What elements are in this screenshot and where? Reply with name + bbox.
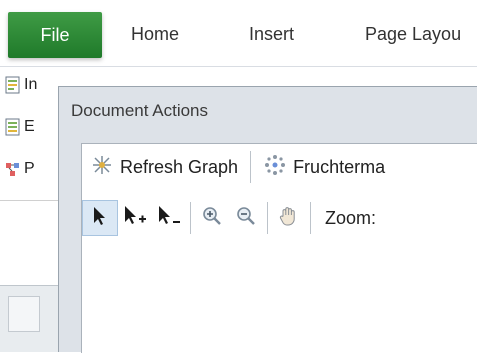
zoom-in-icon — [200, 204, 224, 232]
ribbon-item-label: E — [24, 118, 35, 135]
toolbar-separator — [310, 202, 311, 234]
zoom-label: Zoom: — [325, 207, 377, 228]
refresh-graph-icon — [90, 153, 114, 182]
tab-file[interactable]: File — [8, 12, 102, 58]
ribbon-tab-strip: File Home Insert Page Layou — [0, 0, 477, 70]
tab-insert[interactable]: Insert — [249, 24, 294, 45]
zoom-out-icon — [234, 204, 258, 232]
refresh-graph-label: Refresh Graph — [120, 156, 239, 177]
graph-pane-body: Refresh Graph Fruchterma Zoom: — [81, 143, 477, 353]
ribbon-group-divider — [0, 200, 60, 201]
ribbon-item-properties[interactable]: P — [4, 156, 54, 182]
layout-algorithm-button[interactable]: Fruchterma — [255, 151, 393, 183]
pointer-minus-icon — [156, 204, 182, 232]
toolbar-separator — [190, 202, 191, 234]
tool-toolbar: Zoom: — [82, 196, 477, 240]
pointer-plus-icon — [122, 204, 148, 232]
ribbon-divider — [0, 66, 477, 67]
refresh-graph-button[interactable]: Refresh Graph — [82, 151, 246, 183]
graph-properties-icon — [4, 159, 22, 179]
add-to-selection-button[interactable] — [118, 201, 152, 235]
node-grid-fragment — [0, 285, 58, 352]
tab-home[interactable]: Home — [131, 24, 179, 45]
layout-algorithm-icon — [263, 153, 287, 182]
pan-tool-button[interactable] — [272, 201, 306, 235]
tab-page-layout[interactable]: Page Layou — [365, 24, 461, 45]
pane-title: Document Actions — [71, 101, 209, 120]
select-tool-button[interactable] — [82, 200, 118, 236]
grid-cell[interactable] — [8, 296, 40, 332]
document-actions-pane: Document Actions Refresh Graph Fruchterm… — [58, 86, 477, 353]
pointer-icon — [90, 205, 110, 231]
remove-from-selection-button[interactable] — [152, 201, 186, 235]
graph-toolbar: Refresh Graph Fruchterma — [82, 144, 477, 190]
layout-algorithm-label: Fruchterma — [293, 156, 386, 177]
ribbon-item-export[interactable]: E — [4, 114, 54, 140]
zoom-out-button[interactable] — [229, 201, 263, 235]
ribbon-item-label: In — [24, 76, 38, 93]
ribbon-item-label: P — [24, 160, 35, 177]
ribbon-item-import[interactable]: In — [4, 72, 54, 98]
zoom-in-button[interactable] — [195, 201, 229, 235]
import-data-icon — [4, 75, 22, 95]
toolbar-separator — [267, 202, 268, 234]
export-data-icon — [4, 117, 22, 137]
hand-icon — [277, 204, 301, 232]
toolbar-separator — [250, 151, 252, 183]
